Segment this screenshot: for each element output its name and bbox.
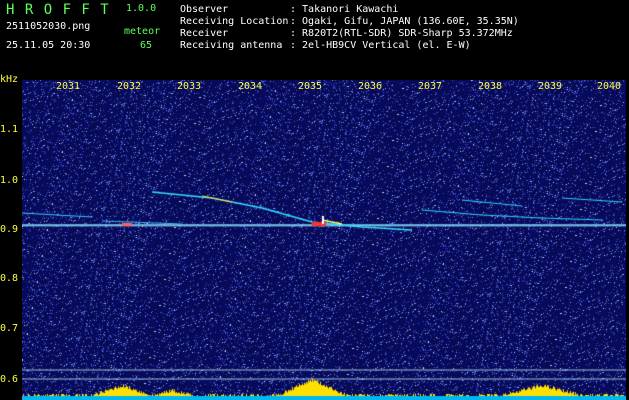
spectrogram bbox=[22, 80, 626, 400]
x-tick-label: 2031 bbox=[55, 81, 81, 92]
receiver-label: Receiver bbox=[180, 28, 229, 39]
meteor-count-value: 65 bbox=[140, 40, 153, 51]
meteor-count-label: meteor bbox=[124, 26, 161, 37]
x-tick-label: 2039 bbox=[537, 81, 563, 92]
x-tick-label: 2038 bbox=[477, 81, 503, 92]
x-tick-label: 2037 bbox=[417, 81, 443, 92]
app-version: 1.0.0 bbox=[126, 3, 157, 14]
x-tick-label: 2033 bbox=[176, 81, 202, 92]
observer-value: : Takanori Kawachi bbox=[290, 4, 399, 15]
antenna-label: Receiving antenna bbox=[180, 40, 283, 51]
file-name: 2511052030.png bbox=[6, 21, 91, 32]
app-name: H R O F F T bbox=[6, 2, 110, 18]
x-tick-label: 2036 bbox=[357, 81, 383, 92]
x-tick-label: 2040 bbox=[596, 81, 622, 92]
y-tick-label: 1.1 bbox=[0, 124, 19, 135]
y-tick-label: 1.0 bbox=[0, 175, 19, 186]
y-tick-label: 0.6 bbox=[0, 374, 19, 385]
y-tick-label: 0.8 bbox=[0, 273, 19, 284]
receiver-value: : R820T2(RTL-SDR) SDR-Sharp 53.372MHz bbox=[290, 28, 513, 39]
antenna-value: : 2el-HB9CV Vertical (el. E-W) bbox=[290, 40, 471, 51]
y-tick-label: 0.7 bbox=[0, 323, 19, 334]
y-axis-unit: kHz bbox=[0, 74, 19, 85]
datetime-label: 25.11.05 20:30 bbox=[6, 40, 91, 51]
x-tick-label: 2035 bbox=[297, 81, 323, 92]
y-tick-label: 0.9 bbox=[0, 224, 19, 235]
location-label: Receiving Location bbox=[180, 16, 289, 27]
observer-label: Observer bbox=[180, 4, 229, 15]
x-tick-label: 2034 bbox=[237, 81, 263, 92]
x-tick-label: 2032 bbox=[116, 81, 142, 92]
location-value: : Ogaki, Gifu, JAPAN (136.60E, 35.35N) bbox=[290, 16, 519, 27]
